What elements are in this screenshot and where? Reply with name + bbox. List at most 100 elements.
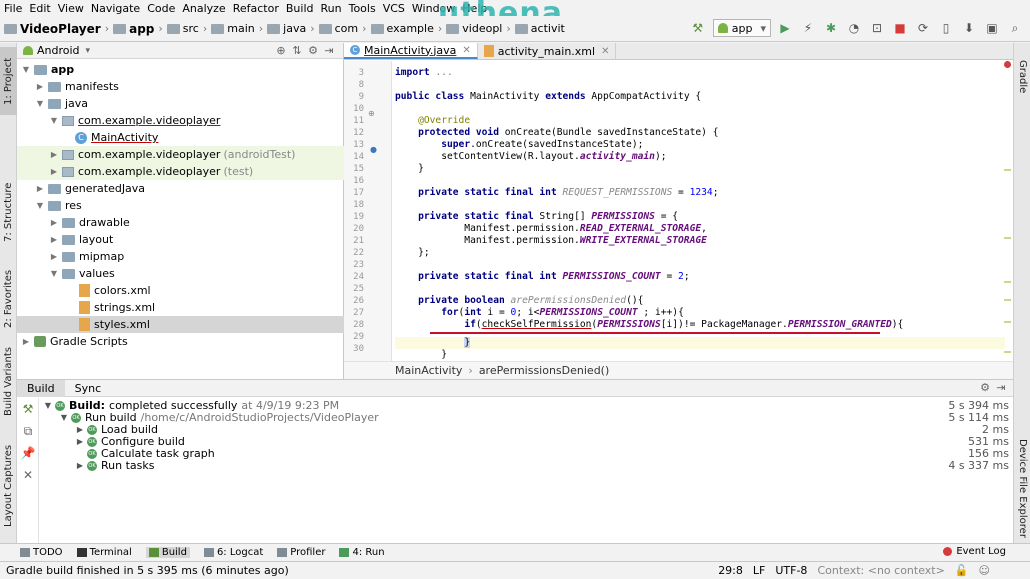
tree-item-drawable[interactable]: ▶ drawable <box>17 214 344 231</box>
tree-item-manifests[interactable]: ▶ manifests <box>17 78 344 95</box>
tool-tab-structure[interactable]: 7: Structure <box>0 177 17 247</box>
code-line[interactable]: if(checkSelfPermission(PERMISSIONS[i])!=… <box>395 319 903 331</box>
close-icon[interactable]: ✕ <box>17 464 39 486</box>
chevron-right-icon[interactable]: ▶ <box>49 235 59 244</box>
chevron-right-icon[interactable]: ▶ <box>49 252 59 261</box>
chevron-right-icon[interactable]: ▶ <box>49 150 59 159</box>
tool-tab-gradle[interactable]: Gradle <box>1014 57 1030 97</box>
code-line[interactable]: import ... <box>395 67 453 79</box>
sync-gradle-icon[interactable]: ⟳ <box>914 19 932 37</box>
code-line[interactable]: }; <box>395 247 430 259</box>
class-gutter-icon[interactable]: ⊕ <box>368 109 375 118</box>
toggle-view-icon[interactable]: ⧉ <box>17 420 39 442</box>
breadcrumb-java[interactable]: java › <box>267 22 315 35</box>
tool-tab-build[interactable]: Build <box>145 547 190 558</box>
run-icon[interactable]: ▶ <box>776 19 794 37</box>
chevron-down-icon[interactable]: ▼ <box>43 400 53 412</box>
menu-edit[interactable]: Edit <box>29 2 50 15</box>
chevron-right-icon[interactable]: ▶ <box>75 460 85 472</box>
tree-item-package-test[interactable]: ▶ com.example.videoplayer (test) <box>17 163 344 180</box>
chevron-down-icon[interactable]: ▾ <box>86 46 91 56</box>
tool-tab-project[interactable]: 1: Project <box>0 47 17 115</box>
hide-panel-icon[interactable]: ⇥ <box>321 44 337 57</box>
code-line[interactable]: super.onCreate(savedInstanceState); <box>395 139 643 151</box>
breadcrumb-activity[interactable]: activit <box>514 22 565 35</box>
run-configuration-select[interactable]: app ▾ <box>712 19 771 37</box>
chevron-down-icon[interactable]: ▼ <box>35 201 45 210</box>
chevron-down-icon[interactable]: ▼ <box>59 412 69 424</box>
close-icon[interactable]: ✕ <box>462 45 470 56</box>
code-line[interactable]: @Override <box>395 115 470 127</box>
tab-mainactivity-java[interactable]: C MainActivity.java ✕ <box>344 43 478 59</box>
tab-sync[interactable]: Sync <box>65 380 112 397</box>
project-view-select[interactable]: Android <box>37 44 80 57</box>
code-line[interactable]: Manifest.permission.READ_EXTERNAL_STORAG… <box>395 223 707 235</box>
build-row[interactable]: ▼ OK Run build/home/c/AndroidStudioProject… <box>43 412 1009 424</box>
chevron-right-icon[interactable]: ▶ <box>35 82 45 91</box>
menu-analyze[interactable]: Analyze <box>182 2 225 15</box>
tree-item-generatedjava[interactable]: ▶ generatedJava <box>17 180 344 197</box>
code-line[interactable]: private static final int REQUEST_PERMISS… <box>395 187 718 199</box>
build-row[interactable]: OK Calculate task graph 156 ms <box>43 448 1009 460</box>
menu-vcs[interactable]: VCS <box>383 2 405 15</box>
search-icon[interactable]: ⌕ <box>1006 19 1024 37</box>
gear-icon[interactable]: ⚙ <box>305 44 321 57</box>
tool-tab-build-variants[interactable]: Build Variants <box>0 343 17 421</box>
chevron-right-icon[interactable]: ▶ <box>75 436 85 448</box>
tree-item-java[interactable]: ▼ java <box>17 95 344 112</box>
menu-tools[interactable]: Tools <box>349 2 376 15</box>
tree-item-app[interactable]: ▼ app <box>17 61 344 78</box>
code-line[interactable]: setContentView(R.layout.activity_main); <box>395 151 666 163</box>
chevron-right-icon[interactable]: ▶ <box>21 337 31 346</box>
menu-code[interactable]: Code <box>147 2 175 15</box>
code-line[interactable]: Manifest.permission.WRITE_EXTERNAL_STORA… <box>395 235 707 247</box>
code-line[interactable]: private static final String[] PERMISSION… <box>395 211 678 223</box>
profile-icon[interactable]: ◔ <box>845 19 863 37</box>
chevron-down-icon[interactable]: ▼ <box>49 116 59 125</box>
tool-tab-favorites[interactable]: 2: Favorites <box>0 263 17 335</box>
tool-tab-logcat[interactable]: 6: Logcat <box>203 547 263 558</box>
breadcrumb-method[interactable]: arePermissionsDenied() <box>479 364 609 377</box>
breadcrumb-example[interactable]: example › <box>370 22 442 35</box>
tree-item-package-main[interactable]: ▼ com.example.videoplayer <box>17 112 344 129</box>
scroll-from-source-icon[interactable]: ⊕ <box>273 44 289 57</box>
tool-tab-run[interactable]: 4: Run <box>339 547 385 558</box>
layout-inspector-icon[interactable]: ▣ <box>983 19 1001 37</box>
avd-manager-icon[interactable]: ▯ <box>937 19 955 37</box>
chevron-down-icon[interactable]: ▼ <box>49 269 59 278</box>
code-line[interactable]: public class MainActivity extends AppCom… <box>395 91 701 103</box>
menu-file[interactable]: File <box>4 2 22 15</box>
build-row[interactable]: ▶ OK Load build 2 ms <box>43 424 1009 436</box>
lock-icon[interactable]: 🔓 <box>955 564 969 577</box>
code-line-current[interactable]: } <box>395 337 1005 349</box>
menu-refactor[interactable]: Refactor <box>233 2 279 15</box>
tool-tab-layout-captures[interactable]: Layout Captures <box>0 438 17 534</box>
context-indicator[interactable]: Context: <no context> <box>817 564 944 577</box>
tree-item-layout[interactable]: ▶ layout <box>17 231 344 248</box>
pin-icon[interactable]: 📌 <box>17 442 39 464</box>
error-marker-icon[interactable] <box>1004 61 1011 68</box>
tree-item-values[interactable]: ▼ values <box>17 265 344 282</box>
chevron-right-icon[interactable]: ▶ <box>49 167 59 176</box>
debug-icon[interactable]: ✱ <box>822 19 840 37</box>
hide-panel-icon[interactable]: ⇥ <box>993 381 1009 394</box>
menu-view[interactable]: View <box>58 2 84 15</box>
tree-item-res[interactable]: ▼ res <box>17 197 344 214</box>
tree-item-mainactivity[interactable]: C MainActivity <box>17 129 344 146</box>
event-log-button[interactable]: Event Log <box>943 546 1006 557</box>
collapse-all-icon[interactable]: ⇅ <box>289 44 305 57</box>
chevron-right-icon[interactable]: ▶ <box>75 424 85 436</box>
tab-activity-main-xml[interactable]: activity_main.xml ✕ <box>478 43 617 59</box>
menu-navigate[interactable]: Navigate <box>91 2 140 15</box>
inspector-icon[interactable]: ☺ <box>979 564 990 577</box>
breadcrumb-main[interactable]: main › <box>211 22 263 35</box>
breadcrumb-com[interactable]: com › <box>318 22 367 35</box>
chevron-down-icon[interactable]: ▼ <box>35 99 45 108</box>
tab-build[interactable]: Build <box>17 379 65 397</box>
caret-position[interactable]: 29:8 <box>718 564 743 577</box>
tool-tab-profiler[interactable]: Profiler <box>277 547 325 558</box>
menu-build[interactable]: Build <box>286 2 314 15</box>
stop-icon[interactable]: ■ <box>891 19 909 37</box>
breadcrumb-app[interactable]: app › <box>113 22 163 36</box>
hammer-icon[interactable]: ⚒ <box>17 398 39 420</box>
